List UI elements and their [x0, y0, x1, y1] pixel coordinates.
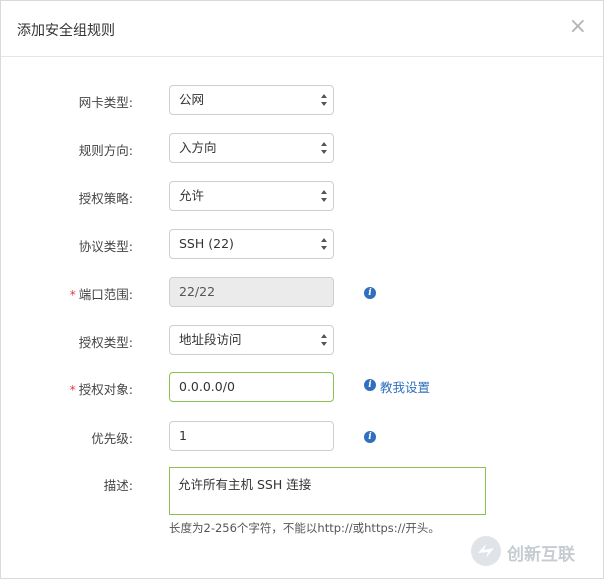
- nic-type-label: 网卡类型:: [78, 95, 133, 110]
- select-arrows-icon: [321, 142, 327, 154]
- description-textarea[interactable]: 允许所有主机 SSH 连接: [169, 467, 486, 515]
- select-arrows-icon: [321, 334, 327, 346]
- port-range-label: * 端口范围:: [1, 284, 133, 303]
- select-arrows-icon: [321, 94, 327, 106]
- required-marker: *: [69, 288, 76, 302]
- select-arrows-icon: [321, 238, 327, 250]
- auth-type-value: 地址段访问: [179, 332, 242, 347]
- direction-value: 入方向: [179, 140, 217, 155]
- dialog-title: 添加安全组规则: [17, 23, 115, 39]
- auth-object-label-text: 授权对象:: [78, 382, 133, 397]
- watermark-logo: 创新互联: [467, 531, 602, 571]
- add-security-group-rule-dialog: 添加安全组规则 × 网卡类型: 公网 规则方向: 入方向 授权策略: 允许 协议…: [0, 0, 604, 579]
- description-label: 描述:: [103, 478, 133, 493]
- direction-label: 规则方向:: [78, 143, 133, 158]
- nic-type-value: 公网: [179, 92, 205, 107]
- help-link-text[interactable]: 教我设置: [380, 377, 430, 396]
- protocol-select[interactable]: SSH (22): [169, 229, 334, 259]
- port-range-value: 22/22: [179, 284, 216, 299]
- select-arrows-icon: [321, 190, 327, 202]
- priority-label: 优先级:: [91, 431, 133, 446]
- auth-type-label: 授权类型:: [78, 335, 133, 350]
- info-icon[interactable]: i: [364, 431, 376, 443]
- nic-type-select[interactable]: 公网: [169, 85, 334, 115]
- auth-object-input[interactable]: 0.0.0.0/0: [169, 372, 334, 402]
- auth-type-select[interactable]: 地址段访问: [169, 325, 334, 355]
- auth-object-label: * 授权对象:: [1, 379, 133, 398]
- watermark-text: 创新互联: [507, 545, 575, 565]
- protocol-value: SSH (22): [179, 236, 234, 251]
- port-range-input: 22/22: [169, 277, 334, 307]
- required-marker: *: [69, 383, 76, 397]
- description-value: 允许所有主机 SSH 连接: [178, 477, 312, 492]
- policy-select[interactable]: 允许: [169, 181, 334, 211]
- info-icon: i: [364, 379, 376, 391]
- logo-icon: [471, 536, 501, 566]
- direction-select[interactable]: 入方向: [169, 133, 334, 163]
- protocol-label: 协议类型:: [78, 239, 133, 254]
- close-icon[interactable]: ×: [569, 14, 587, 40]
- priority-input[interactable]: 1: [169, 421, 334, 451]
- auth-object-value: 0.0.0.0/0: [179, 379, 235, 394]
- dialog-header: 添加安全组规则 ×: [1, 1, 603, 57]
- priority-value: 1: [179, 428, 187, 443]
- port-range-label-text: 端口范围:: [78, 287, 133, 302]
- description-hint: 长度为2-256个字符，不能以http://或https://开头。: [169, 521, 440, 535]
- info-icon[interactable]: i: [364, 287, 376, 299]
- policy-label: 授权策略:: [78, 191, 133, 206]
- policy-value: 允许: [179, 188, 205, 203]
